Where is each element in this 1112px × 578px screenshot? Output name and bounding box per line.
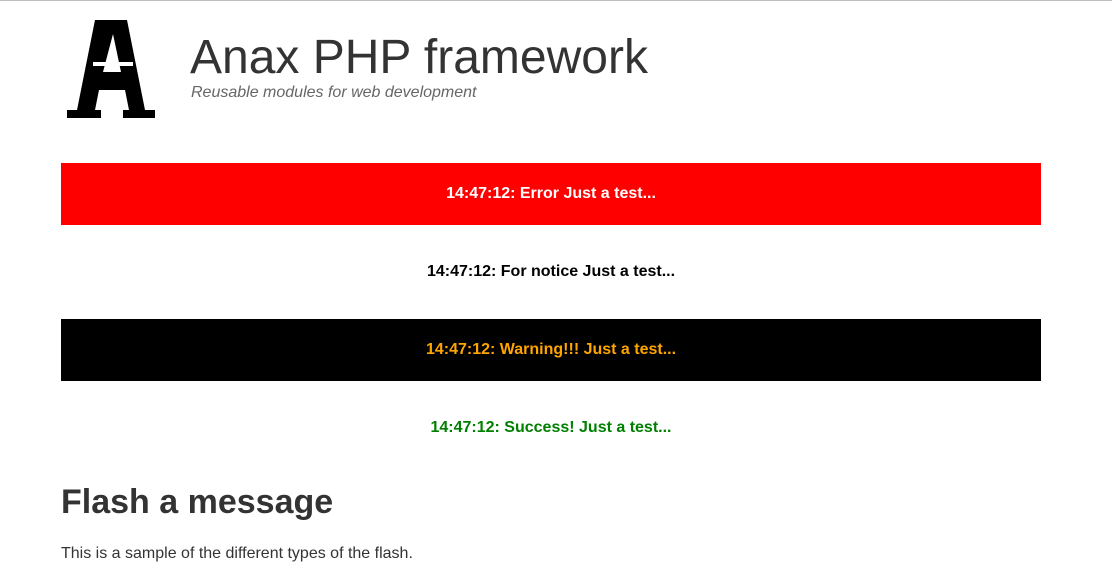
- flash-error: 14:47:12: Error Just a test...: [61, 163, 1041, 225]
- anax-logo-icon[interactable]: [65, 20, 157, 120]
- page-description: This is a sample of the different types …: [61, 545, 413, 562]
- flash-success: 14:47:12: Success! Just a test...: [61, 397, 1041, 459]
- site-slogan: Reusable modules for web development: [191, 84, 477, 101]
- flash-notice: 14:47:12: For notice Just a test...: [61, 241, 1041, 303]
- top-border: [0, 0, 1112, 1]
- flash-warning: 14:47:12: Warning!!! Just a test...: [61, 319, 1041, 381]
- site-title[interactable]: Anax PHP framework: [190, 34, 648, 82]
- page-heading: Flash a message: [61, 483, 334, 521]
- site-header: Anax PHP framework Reusable modules for …: [61, 12, 1041, 127]
